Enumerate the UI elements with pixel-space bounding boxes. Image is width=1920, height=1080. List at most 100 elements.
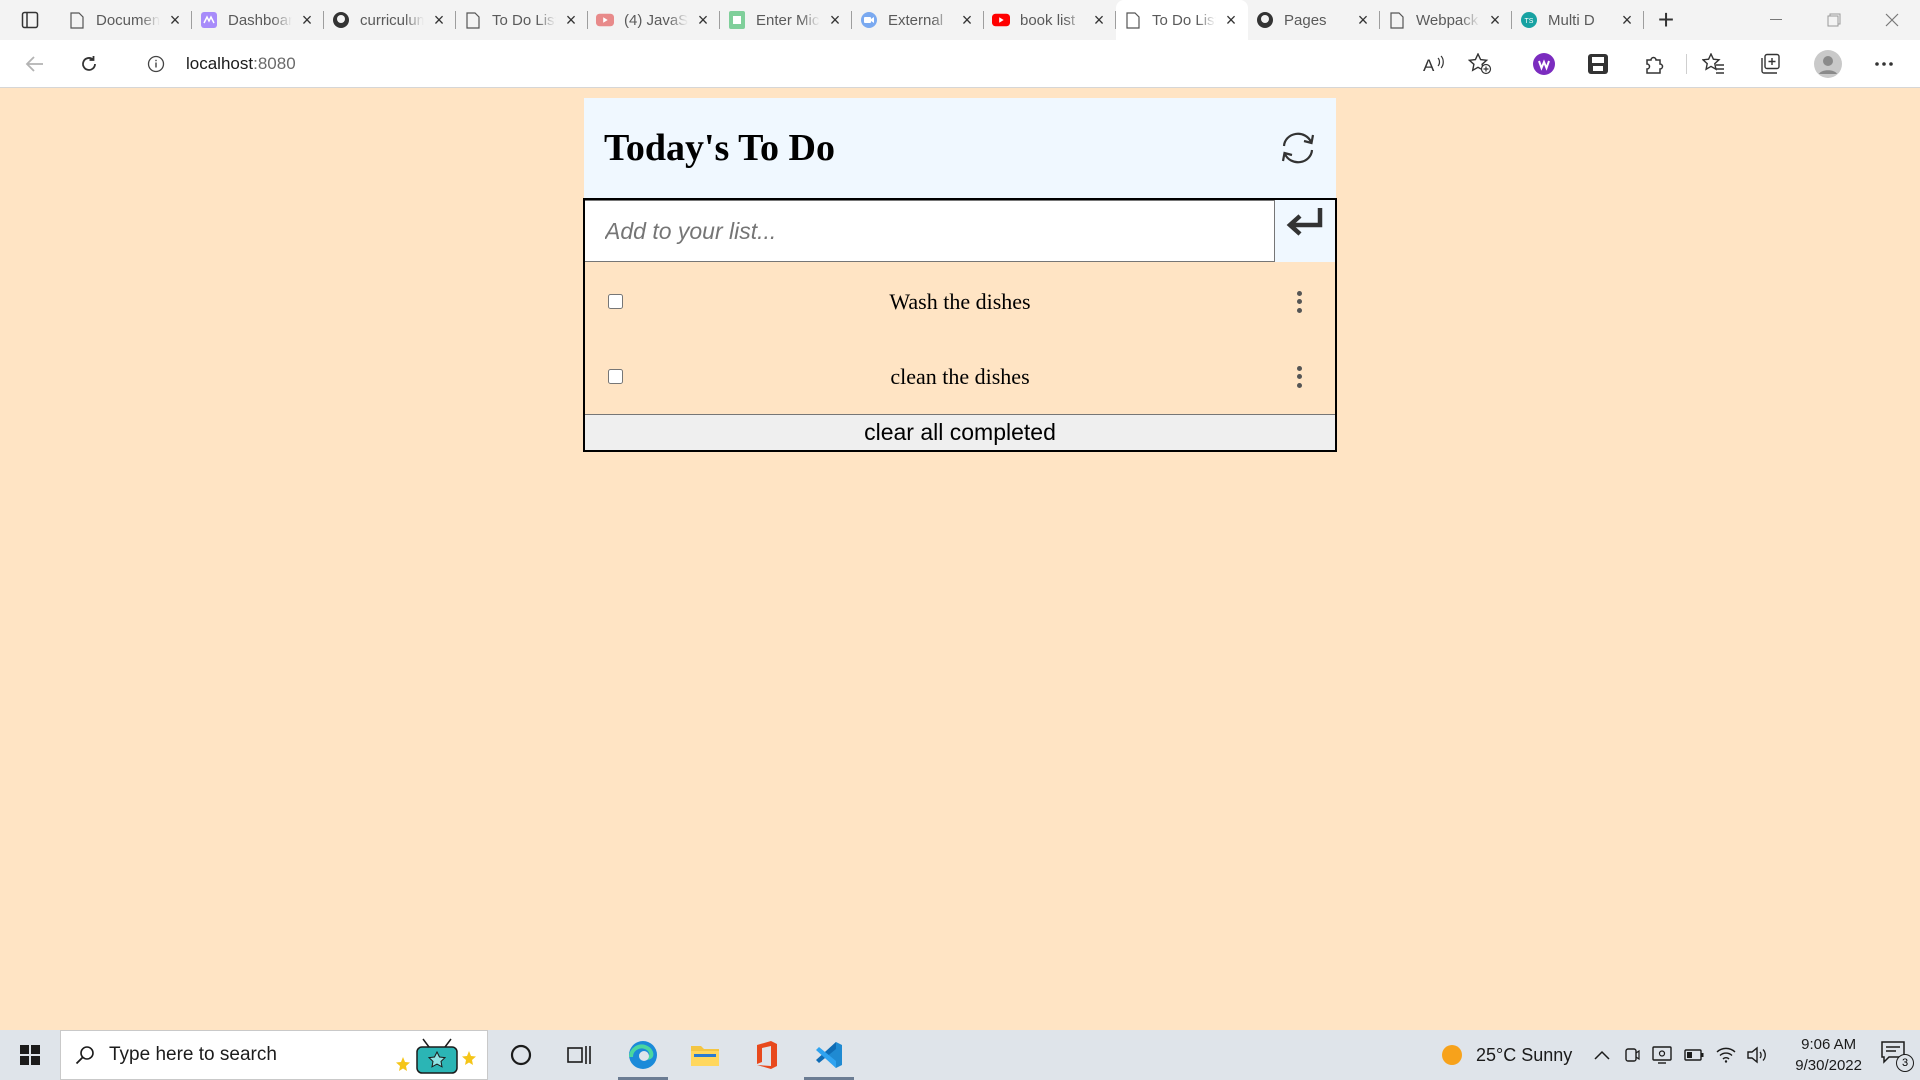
extension-save-button[interactable] (1584, 50, 1612, 78)
url-host: localhost (186, 54, 254, 73)
tab-6[interactable]: External × (852, 0, 984, 40)
tab-label: book list (1020, 11, 1076, 29)
task-options-button[interactable] (1291, 287, 1307, 317)
tab-9[interactable]: Pages × (1248, 0, 1380, 40)
refresh-page-button[interactable] (72, 48, 106, 80)
avatar-icon (1814, 50, 1842, 78)
url-field[interactable]: localhost:8080 (124, 46, 1464, 82)
weather-widget[interactable]: 25°C Sunny (1440, 1030, 1572, 1080)
url-text: localhost:8080 (186, 54, 296, 74)
tab-8-active[interactable]: To Do List × (1116, 0, 1248, 40)
search-placeholder: Type here to search (109, 1044, 277, 1065)
taskbar-search-box[interactable]: Type here to search (60, 1030, 488, 1080)
tab-actions-button[interactable] (0, 0, 60, 40)
read-aloud-icon: A (1423, 55, 1444, 74)
tab-2[interactable]: curriculum × (324, 0, 456, 40)
minimize-icon (1770, 19, 1782, 20)
task-text[interactable]: Wash the dishes (585, 289, 1335, 315)
close-window-button[interactable] (1864, 0, 1920, 40)
vscode-icon (816, 1042, 842, 1068)
tab-label: (4) JavaScript (624, 11, 688, 29)
tab-4[interactable]: (4) JavaScript × (588, 0, 720, 40)
dot (1296, 374, 1302, 379)
close-icon[interactable]: × (1354, 10, 1372, 30)
address-bar-row: localhost:8080 A (0, 40, 1920, 88)
wifi-icon[interactable] (1716, 1047, 1736, 1063)
tab-label: To Do List (1152, 11, 1216, 29)
favorites-button[interactable] (1700, 50, 1728, 78)
restore-icon (1827, 13, 1841, 27)
extension-purple-button[interactable] (1530, 50, 1558, 78)
volume-icon[interactable] (1746, 1046, 1768, 1064)
task-options-button[interactable] (1291, 362, 1307, 392)
add-task-input[interactable] (585, 200, 1275, 262)
read-aloud-button[interactable]: A (1420, 50, 1448, 78)
add-favorite-button[interactable] (1466, 50, 1494, 78)
close-icon[interactable]: × (1618, 10, 1636, 30)
close-icon[interactable]: × (694, 10, 712, 30)
sheet-icon (728, 11, 746, 29)
new-tab-button[interactable]: + (1644, 0, 1688, 40)
chevron-up-icon[interactable] (1594, 1050, 1610, 1060)
close-icon[interactable]: × (562, 10, 580, 30)
close-icon[interactable]: × (430, 10, 448, 30)
close-icon[interactable]: × (1222, 10, 1240, 30)
notifications-button[interactable]: 3 (1880, 1040, 1914, 1072)
clear-completed-button[interactable]: clear all completed (585, 414, 1335, 450)
youtube-icon (596, 11, 614, 29)
start-button[interactable] (0, 1030, 60, 1080)
back-button[interactable] (18, 48, 52, 80)
site-info-icon (147, 55, 165, 73)
favorites-icon (1702, 53, 1724, 74)
tab-10[interactable]: Webpack × (1380, 0, 1512, 40)
display-icon[interactable] (1652, 1046, 1672, 1064)
battery-icon[interactable] (1684, 1048, 1704, 1062)
tab-strip: Document × Dashboard × curriculum × To D… (0, 0, 1920, 40)
tab-0[interactable]: Document × (60, 0, 192, 40)
file-explorer-taskbar-app[interactable] (674, 1030, 736, 1080)
search-highlight-icon (396, 1038, 476, 1074)
notification-count-badge: 3 (1896, 1054, 1914, 1072)
minimize-button[interactable] (1748, 0, 1804, 40)
tab-3[interactable]: To Do List × (456, 0, 588, 40)
close-icon[interactable]: × (1090, 10, 1108, 30)
profile-button[interactable] (1814, 50, 1842, 78)
youtube-icon (992, 11, 1010, 29)
page-icon (1124, 11, 1142, 29)
sun-icon (1442, 1045, 1462, 1065)
back-arrow-icon (25, 56, 43, 72)
vscode-taskbar-app[interactable] (798, 1030, 860, 1080)
svg-text:TS: TS (1525, 18, 1534, 25)
task-checkbox[interactable] (608, 294, 623, 309)
task-text[interactable]: clean the dishes (585, 364, 1335, 390)
tab-label: Enter Microverse (756, 11, 820, 29)
close-icon[interactable]: × (298, 10, 316, 30)
edge-icon (629, 1041, 657, 1069)
restore-button[interactable] (1806, 0, 1862, 40)
clock-date: 9/30/2022 (1795, 1057, 1862, 1074)
meet-now-icon[interactable] (1624, 1046, 1640, 1064)
task-view-button[interactable] (548, 1030, 610, 1080)
close-icon[interactable]: × (958, 10, 976, 30)
submit-task-button[interactable] (1275, 200, 1335, 262)
refresh-list-button[interactable] (1278, 128, 1318, 168)
tab-7[interactable]: book list × (984, 0, 1116, 40)
dot (1296, 299, 1302, 304)
extensions-button[interactable] (1640, 50, 1668, 78)
task-checkbox[interactable] (608, 369, 623, 384)
windows-logo-icon (20, 1045, 40, 1065)
close-icon[interactable]: × (166, 10, 184, 30)
settings-more-button[interactable] (1870, 50, 1898, 78)
enter-icon (1286, 208, 1323, 236)
collections-button[interactable] (1756, 50, 1784, 78)
tab-1[interactable]: Dashboard × (192, 0, 324, 40)
edge-taskbar-app[interactable] (612, 1030, 674, 1080)
dot (1296, 365, 1302, 371)
cortana-button[interactable] (490, 1030, 552, 1080)
tab-5[interactable]: Enter Microverse × (720, 0, 852, 40)
close-icon[interactable]: × (826, 10, 844, 30)
office-taskbar-app[interactable] (736, 1030, 798, 1080)
tab-11[interactable]: TS Multi D × (1512, 0, 1644, 40)
system-clock[interactable]: 9:06 AM 9/30/2022 (1795, 1034, 1862, 1076)
close-icon[interactable]: × (1486, 10, 1504, 30)
